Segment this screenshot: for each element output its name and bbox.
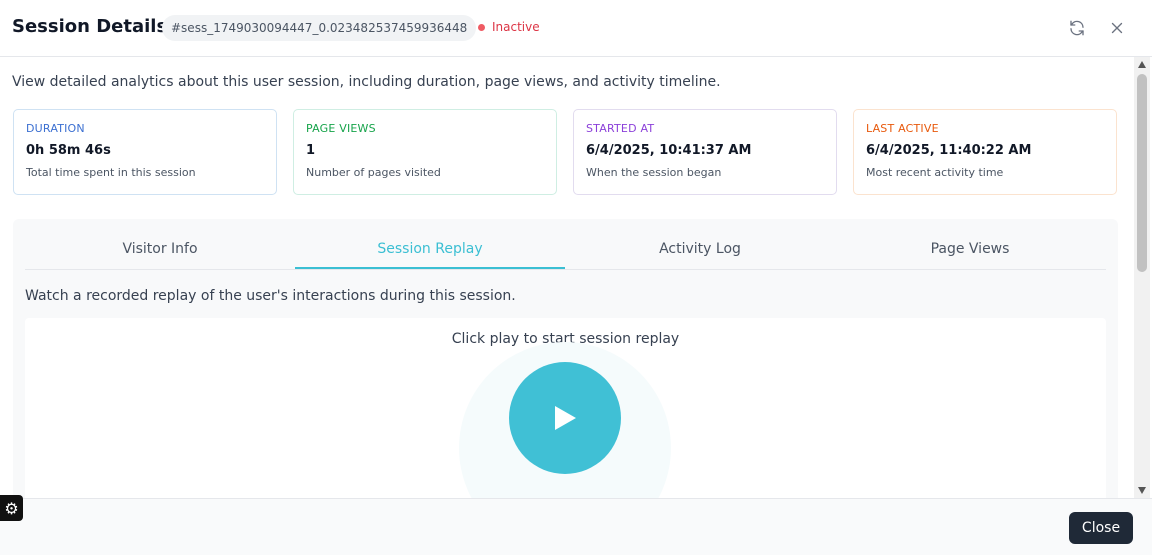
tab-page-views[interactable]: Page Views	[835, 229, 1105, 269]
page-views-card: PAGE VIEWS 1 Number of pages visited	[293, 109, 557, 195]
session-id-badge: #sess_1749030094447_0.023482537459936448	[162, 15, 477, 41]
scroll-up-arrow-icon[interactable]	[1138, 61, 1146, 68]
modal-header: Session Details #sess_1749030094447_0.02…	[0, 0, 1152, 57]
gear-icon: ⚙	[4, 498, 19, 518]
stat-subtext: Total time spent in this session	[26, 166, 196, 179]
stat-label: STARTED AT	[586, 122, 655, 135]
modal-body[interactable]: View detailed analytics about this user …	[0, 57, 1134, 498]
close-modal-button[interactable]	[1105, 16, 1129, 40]
stat-subtext: When the session began	[586, 166, 722, 179]
session-details-modal: Session Details #sess_1749030094447_0.02…	[0, 0, 1152, 555]
refresh-button[interactable]	[1065, 16, 1089, 40]
duration-card: DURATION 0h 58m 46s Total time spent in …	[13, 109, 277, 195]
last-active-card: LAST ACTIVE 6/4/2025, 11:40:22 AM Most r…	[853, 109, 1117, 195]
stat-subtext: Most recent activity time	[866, 166, 1004, 179]
tab-visitor-info[interactable]: Visitor Info	[25, 229, 295, 269]
stat-subtext: Number of pages visited	[306, 166, 441, 179]
stat-value: 6/4/2025, 10:41:37 AM	[586, 143, 752, 158]
scrollbar-thumb[interactable]	[1137, 74, 1147, 272]
scroll-down-arrow-icon[interactable]	[1138, 487, 1146, 494]
stat-value: 0h 58m 46s	[26, 143, 111, 158]
play-button[interactable]	[509, 362, 621, 474]
stat-label: LAST ACTIVE	[866, 122, 939, 135]
play-icon	[555, 406, 576, 430]
close-button[interactable]: Close	[1069, 512, 1133, 544]
stat-label: DURATION	[26, 122, 85, 135]
modal-title: Session Details	[12, 16, 168, 37]
stat-value: 1	[306, 143, 316, 158]
replay-description: Watch a recorded replay of the user's in…	[25, 288, 516, 304]
tab-session-replay[interactable]: Session Replay	[295, 229, 565, 269]
status-label: Inactive	[492, 20, 540, 34]
started-at-card: STARTED AT 6/4/2025, 10:41:37 AM When th…	[573, 109, 837, 195]
stat-value: 6/4/2025, 11:40:22 AM	[866, 143, 1032, 158]
scrollbar[interactable]	[1134, 57, 1150, 498]
refresh-icon	[1070, 20, 1084, 36]
status-badge: Inactive	[478, 20, 540, 34]
stat-label: PAGE VIEWS	[306, 122, 376, 135]
settings-button[interactable]: ⚙	[0, 495, 23, 521]
replay-player: Click play to start session replay	[25, 318, 1106, 498]
modal-footer: ⚙ Close	[0, 495, 1152, 555]
details-panel: Visitor Info Session Replay Activity Log…	[13, 219, 1118, 498]
close-icon	[1111, 22, 1123, 34]
tab-activity-log[interactable]: Activity Log	[565, 229, 835, 269]
tab-bar: Visitor Info Session Replay Activity Log…	[25, 229, 1106, 270]
status-dot-icon	[478, 23, 485, 31]
modal-description: View detailed analytics about this user …	[12, 74, 721, 90]
